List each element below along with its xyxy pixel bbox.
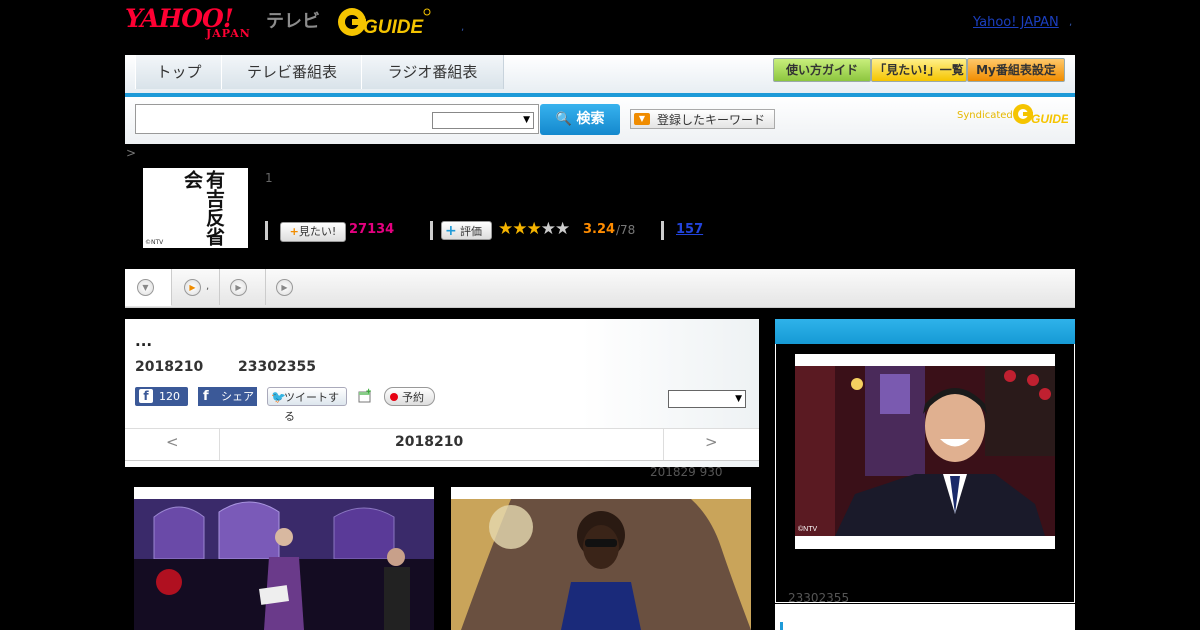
separator-bar [265, 221, 268, 240]
main-nav: トップ テレビ番組表 ラジオ番組表 使い方ガイド 「見たい!」一覧 My番組表設… [125, 55, 1075, 97]
plus-icon: + [289, 225, 299, 238]
rating-stars: ★★★★★ [498, 219, 570, 239]
search-icon: 🔍 [555, 112, 572, 127]
episode-photo-1-image [134, 499, 434, 630]
sidebar-photo-credit: ©NTV [798, 525, 817, 533]
facebook-like-button[interactable]: f 120 [135, 387, 188, 406]
breadcrumb[interactable]: > [126, 146, 136, 160]
tab-item[interactable]: ▶ , [172, 269, 218, 305]
date-nav-divider [663, 429, 664, 460]
want-button-label: 見たい! [298, 225, 337, 238]
date-nav-divider [219, 429, 220, 460]
sidebar-footer-marker [780, 622, 783, 630]
star-empty-icon: ★ [540, 219, 556, 239]
search-category-select[interactable]: ▼ [432, 112, 534, 129]
yahoo-logo-japan: JAPAN [206, 27, 251, 40]
facebook-icon: f [203, 389, 209, 404]
program-image: 有吉反省会 ©NTV [143, 168, 248, 248]
play-icon: ▶ [230, 279, 247, 296]
broadcast-date: 2018210 [135, 359, 204, 375]
guide-button[interactable]: 使い方ガイド [773, 58, 871, 82]
rating-total: /78 [616, 223, 636, 237]
next-episode-link[interactable]: > [705, 433, 718, 451]
tab-item[interactable]: ▶ [220, 269, 264, 305]
updated-timestamp: 201829 930 [650, 465, 723, 479]
facebook-icon: f [139, 389, 153, 403]
tab-tv-schedule[interactable]: テレビ番組表 [221, 55, 363, 89]
program-image-credit: ©NTV [145, 239, 164, 246]
star-filled-icon: ★ [512, 219, 527, 239]
chevron-down-icon: ▼ [735, 394, 742, 404]
separator-bar [430, 221, 433, 240]
gguide-logo-text: GUIDE [363, 17, 425, 38]
star-empty-icon: ★ [555, 219, 570, 239]
episode-photo-2-image [451, 499, 751, 630]
sidebar-photo[interactable]: ©NTV [795, 354, 1055, 549]
tab-item[interactable]: ▶ [266, 269, 310, 305]
want-list-button[interactable]: 「見たい!」一覧 [871, 58, 967, 82]
facebook-like-count: 120 [159, 390, 180, 403]
plus-icon: + [445, 223, 457, 239]
twitter-icon: 🐦 [271, 390, 286, 404]
want-count: 27134 [349, 222, 395, 237]
syndicated-label: Syndicated [957, 110, 1013, 121]
broadcast-time: 23302355 [238, 359, 316, 375]
add-calendar-icon[interactable]: + [358, 388, 373, 403]
record-icon [390, 393, 398, 401]
chevron-down-icon: ▼ [137, 279, 154, 296]
yahoo-japan-link[interactable]: Yahoo! JAPAN [973, 15, 1059, 30]
search-button-label: 検索 [576, 111, 605, 127]
rate-button-label: 評価 [460, 225, 482, 238]
chevron-down-icon: ▼ [523, 115, 530, 125]
syndicated-gguide-logo: GUIDE [1013, 104, 1068, 126]
star-filled-icon: ★ [498, 219, 513, 239]
want-button[interactable]: +見たい! [280, 222, 346, 242]
sidebar-header [775, 319, 1075, 344]
registered-keyword-button[interactable]: ▼ 登録したキーワード [630, 109, 775, 129]
separator-bar [661, 221, 664, 240]
search-button[interactable]: 🔍 検索 [540, 104, 620, 135]
rating-score: 3.24 [583, 222, 616, 237]
header-separator-right: , [1069, 17, 1073, 28]
episode-photo-1[interactable] [134, 487, 434, 630]
registered-keyword-label: 登録したキーワード [657, 113, 766, 127]
sidebar-photo-image: ©NTV [795, 366, 1055, 536]
tv-label: テレビ [266, 11, 320, 32]
header-separator: , [461, 22, 465, 33]
tweet-button[interactable]: 🐦 ツイートする [267, 387, 347, 423]
tab-active[interactable]: ▼ [125, 269, 171, 306]
program-image-title: 有吉反省会 [181, 170, 225, 246]
tab-radio-schedule[interactable]: ラジオ番組表 [361, 55, 504, 89]
tab-label: , [206, 281, 210, 292]
reserve-button[interactable]: 予約 [384, 387, 435, 406]
reserve-label: 予約 [402, 391, 424, 404]
current-episode-date: 2018210 [395, 434, 464, 450]
star-filled-icon: ★ [526, 219, 542, 239]
previous-episode-link[interactable]: < [166, 433, 179, 451]
dropdown-arrow-icon: ▼ [634, 113, 650, 125]
tab-top[interactable]: トップ [135, 55, 223, 89]
svg-text:+: + [366, 388, 371, 396]
facebook-share-button[interactable]: f シェア [198, 387, 257, 406]
program-tabs: ▼ ▶ , ▶ ▶ [125, 269, 1075, 308]
facebook-share-label: シェア [221, 390, 254, 403]
gguide-logo[interactable]: GUIDE [336, 6, 432, 38]
episode-select[interactable]: ▼ [668, 390, 746, 408]
syndicated-gguide-text: GUIDE [1031, 112, 1068, 126]
sidebar-footer [775, 604, 1075, 630]
episode-title: ... [135, 332, 153, 350]
episode-photo-2[interactable] [451, 487, 751, 630]
sidebar-broadcast-time: 23302355 [788, 591, 850, 605]
review-count-link[interactable]: 157 [676, 222, 703, 237]
rate-button[interactable]: + 評価 [441, 221, 492, 240]
play-icon: ▶ [184, 279, 201, 296]
my-schedule-button[interactable]: My番組表設定 [967, 58, 1065, 82]
play-icon: ▶ [276, 279, 293, 296]
program-episode-count: 1 [265, 171, 273, 185]
